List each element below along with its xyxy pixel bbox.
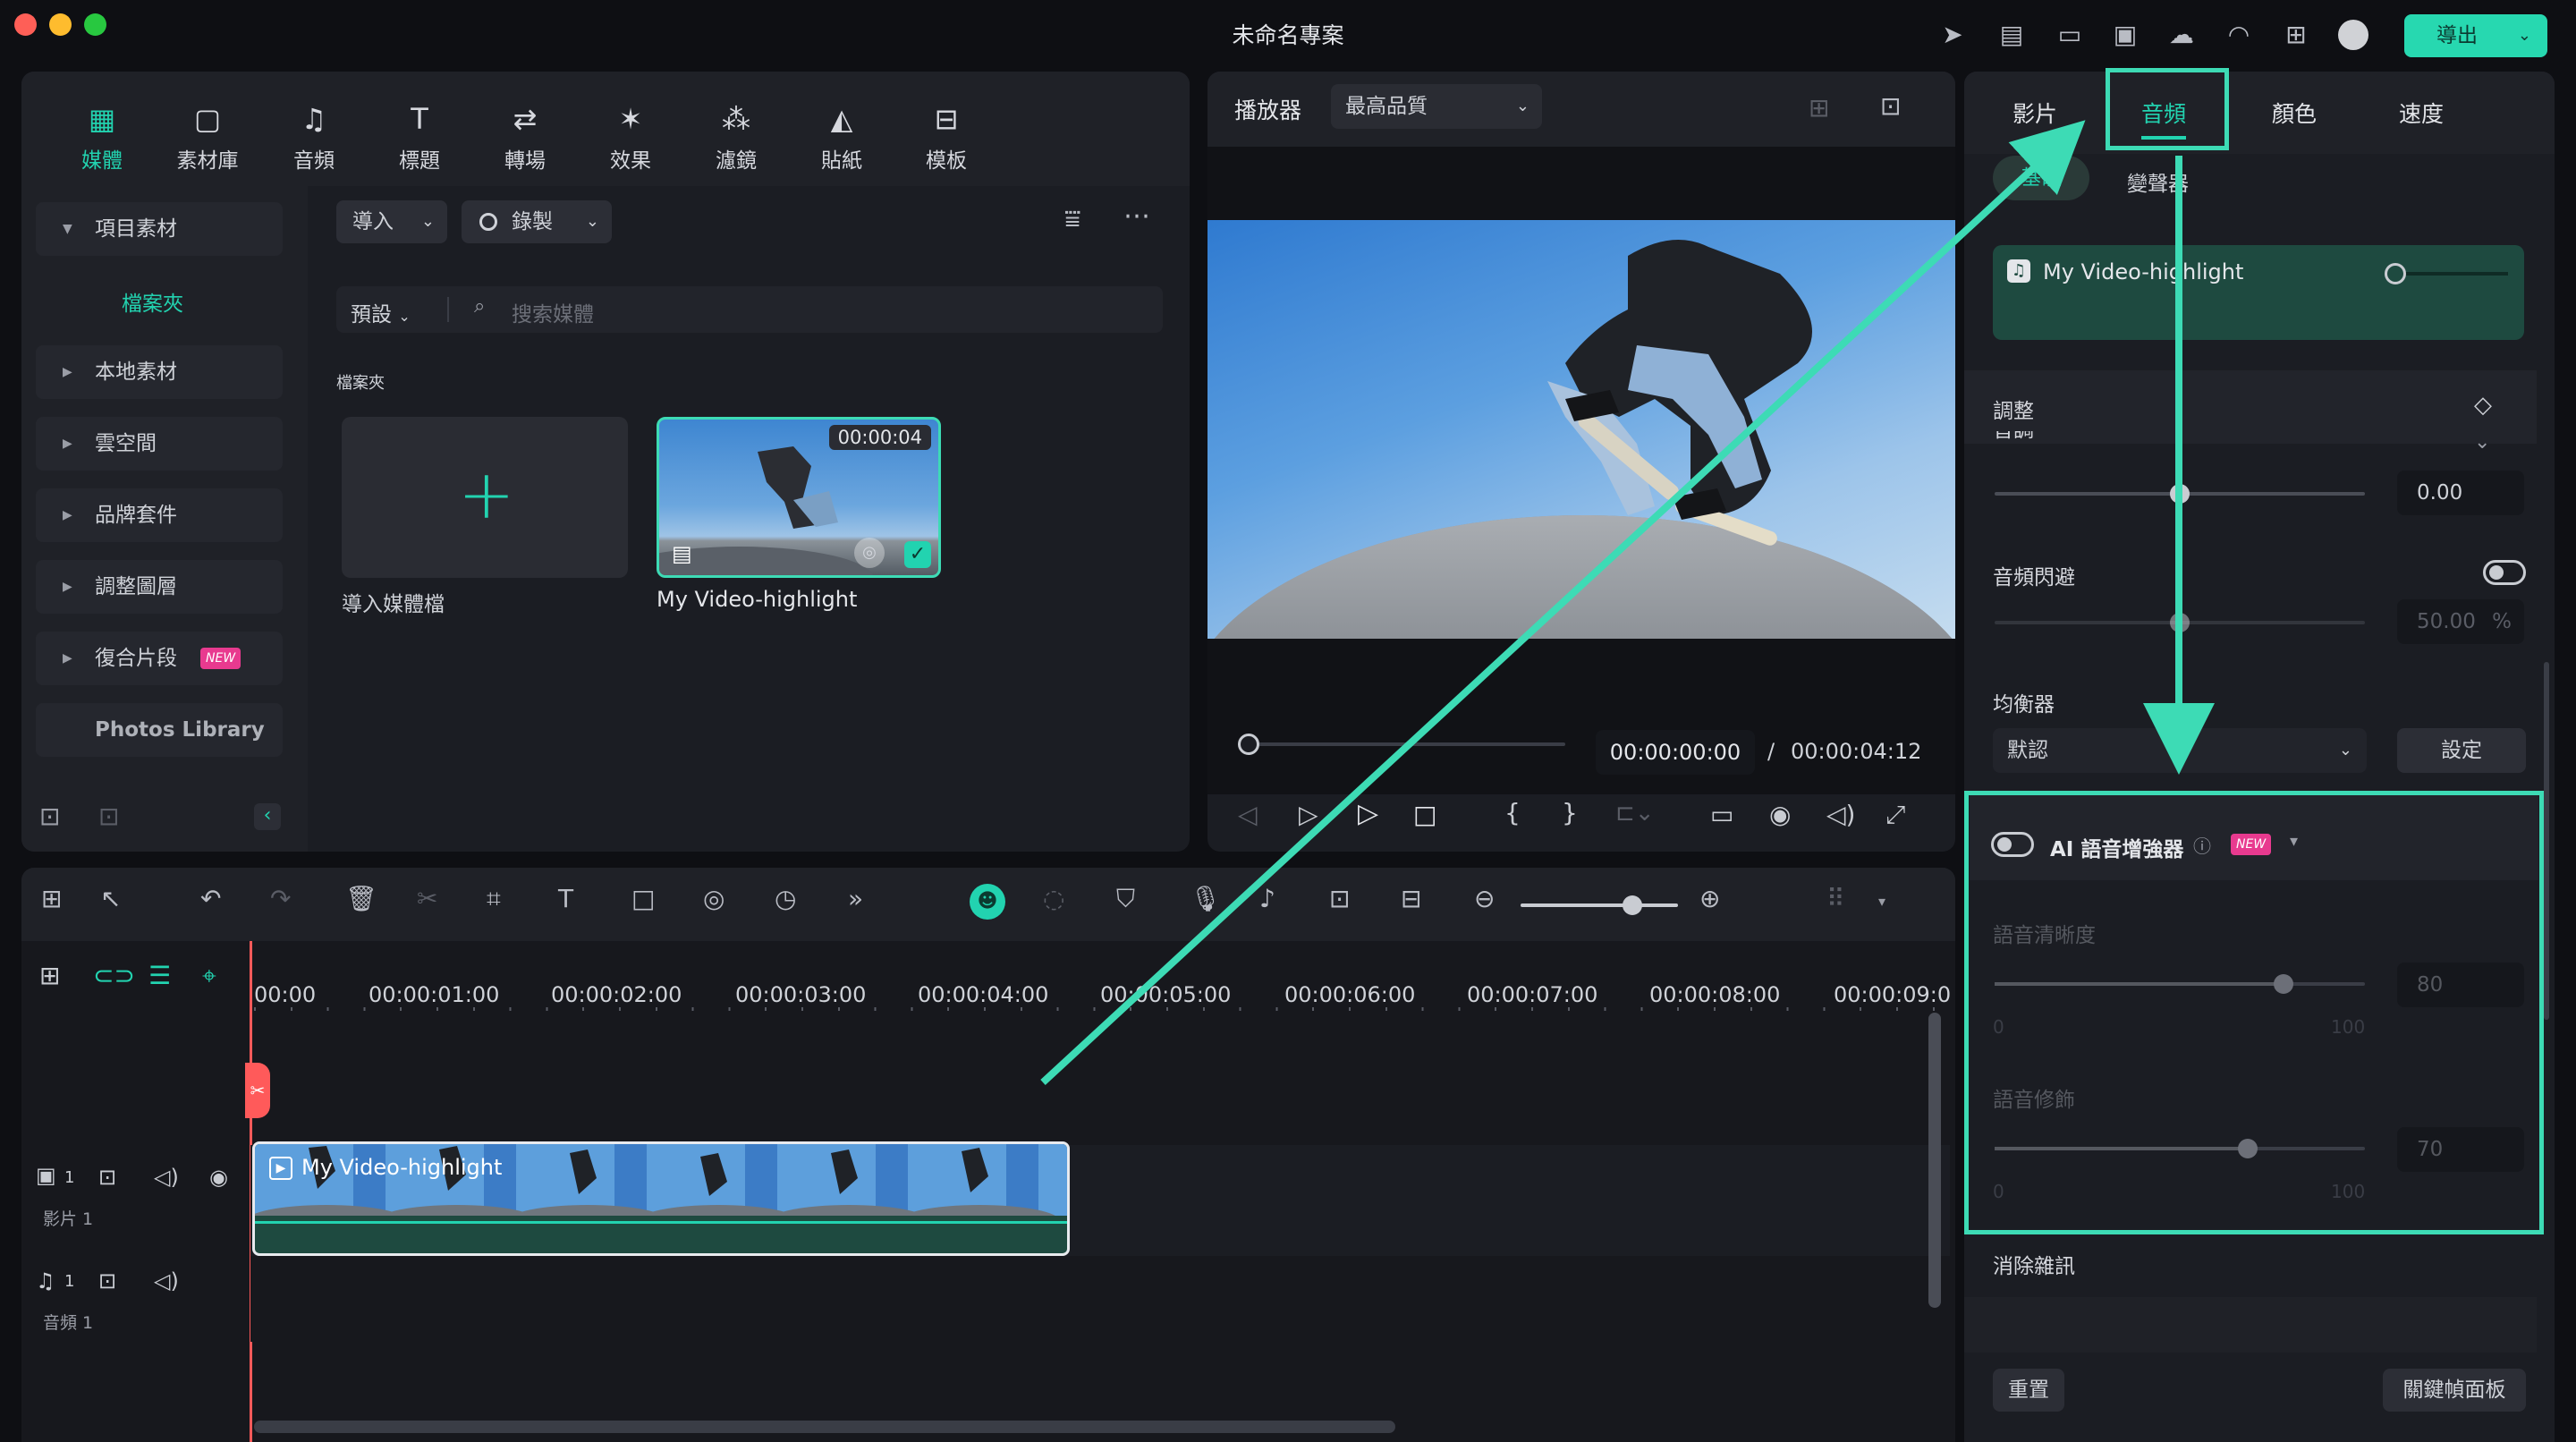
- annotation-arrows: [1040, 120, 2215, 1085]
